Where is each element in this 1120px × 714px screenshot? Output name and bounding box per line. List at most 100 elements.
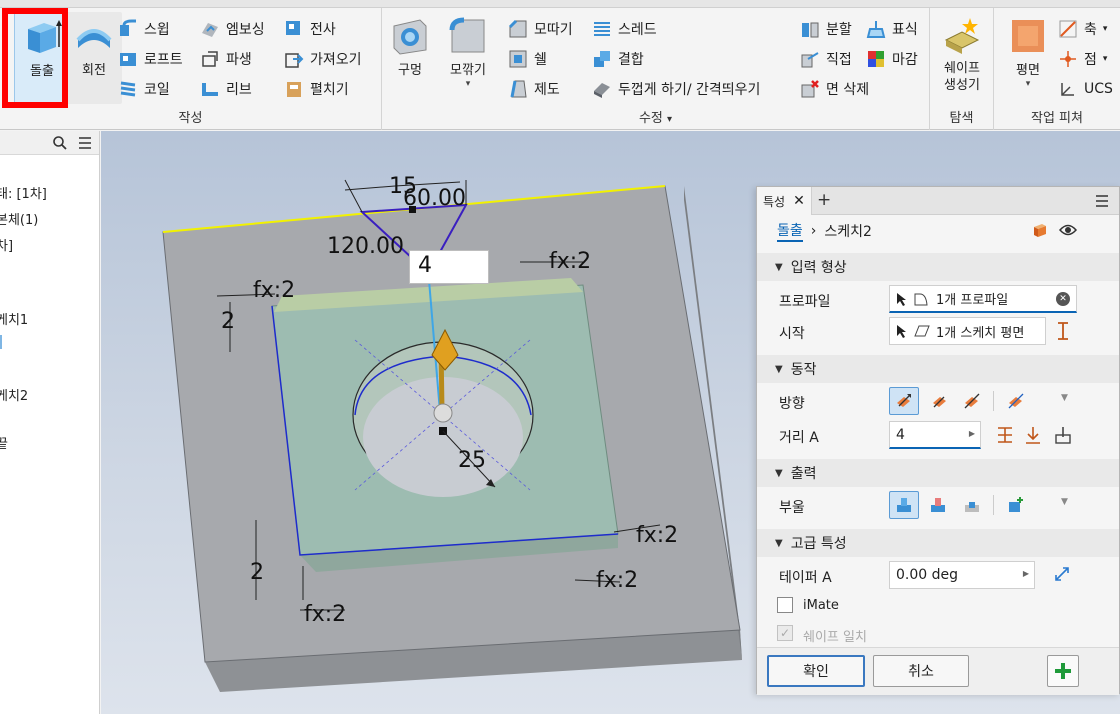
distance-input-overlay[interactable]: 4	[409, 250, 489, 284]
dim-hole-diameter[interactable]: 25	[458, 448, 486, 473]
mark-button[interactable]: 표식	[866, 16, 918, 42]
shape-generator-button[interactable]: 쉐이프 생성기	[934, 12, 990, 104]
direction-more-icon[interactable]: ▼	[1061, 393, 1068, 403]
new-solid-toggle[interactable]	[1001, 491, 1031, 519]
plane-dropdown-icon[interactable]: ▾	[1000, 79, 1056, 89]
section-input-geometry[interactable]: ▼ 입력 형상	[757, 253, 1119, 281]
loft-button[interactable]: 로프트	[118, 46, 183, 72]
thicken-button[interactable]: 두껍게 하기/ 간격띄우기	[592, 76, 760, 102]
divider	[993, 495, 994, 515]
browser-item[interactable]: 본체(1)	[0, 209, 38, 228]
apply-add-button[interactable]	[1047, 655, 1079, 687]
direction-symmetric-toggle[interactable]	[957, 387, 987, 415]
dim-left-bottom[interactable]: 2	[250, 560, 264, 585]
profile-selector[interactable]: 1개 프로파일 ✕	[889, 285, 1077, 313]
browser-item[interactable]: 케치1	[0, 309, 28, 328]
visibility-eye-icon[interactable]	[1059, 223, 1077, 237]
browser-item[interactable]: 태: [1차]	[0, 183, 47, 202]
browser-item[interactable]: 케치2	[0, 385, 28, 404]
chamfer-button[interactable]: 모따기	[508, 16, 573, 42]
distance-between-icon[interactable]	[1023, 425, 1043, 445]
modify-group-label[interactable]: 수정 ▾	[382, 107, 929, 126]
add-tab-icon[interactable]: +	[817, 190, 831, 210]
point-button[interactable]: 점 ▾	[1058, 46, 1107, 72]
distance-to-icon[interactable]	[995, 425, 1015, 445]
direction-default-toggle[interactable]	[889, 387, 919, 415]
explore-group: 쉐이프 생성기 탐색	[930, 8, 994, 130]
draft-button[interactable]: 제도	[508, 76, 560, 102]
search-icon[interactable]	[52, 135, 68, 151]
coil-button[interactable]: 코일	[118, 76, 170, 102]
revolve-button[interactable]: 회전	[66, 12, 122, 104]
menu-icon[interactable]	[1095, 194, 1109, 208]
sweep-button[interactable]: 스윕	[118, 16, 170, 42]
section-behavior[interactable]: ▼ 동작	[757, 355, 1119, 383]
section-advanced[interactable]: ▼ 고급 특성	[757, 529, 1119, 557]
work-features-group: 평면 ▾ 축 ▾ 점 ▾ UCS 작업 피쳐	[994, 8, 1120, 130]
extrude-icon	[28, 20, 62, 53]
through-all-icon[interactable]	[1053, 425, 1073, 445]
expand-arrow-icon[interactable]: ▶	[1023, 569, 1029, 578]
derive-button[interactable]: 파생	[200, 46, 252, 72]
fillet-button[interactable]: 모깎기 ▾	[440, 12, 496, 104]
menu-icon[interactable]	[78, 136, 92, 150]
match-shape-label: 쉐이프 일치	[803, 630, 867, 645]
axis-button[interactable]: 축 ▾	[1058, 16, 1107, 42]
dim-fx-top-left[interactable]: fx:2	[253, 278, 295, 303]
fillet-dropdown-icon[interactable]: ▾	[440, 79, 496, 89]
breadcrumb-feature[interactable]: 돌출	[777, 220, 803, 242]
breadcrumb-sketch[interactable]: 스케치2	[824, 221, 872, 241]
boolean-label: 부울	[779, 500, 805, 516]
clear-selection-icon[interactable]: ✕	[1056, 292, 1070, 306]
taper-label: 테이퍼 A	[779, 570, 832, 586]
browser-item[interactable]: 차]	[0, 235, 13, 254]
thread-button[interactable]: 스레드	[592, 16, 657, 42]
distance-input[interactable]: 4 ▶	[889, 421, 981, 449]
dim-angle-120[interactable]: 120.00	[327, 234, 404, 259]
dim-fx-right-2[interactable]: fx:2	[596, 568, 638, 593]
combine-button[interactable]: 결합	[592, 46, 644, 72]
dim-fx-top-right[interactable]: fx:2	[549, 249, 591, 274]
extrude-button[interactable]: 돌출	[14, 12, 70, 104]
close-icon[interactable]: ✕	[793, 193, 805, 209]
properties-panel: 특성 ✕ + 돌출 › 스케치2 ▼ 입력 형상 프로파일 1개 프로파일 ✕ …	[756, 186, 1120, 695]
taper-input[interactable]: 0.00 deg ▶	[889, 561, 1035, 589]
direction-flip-toggle[interactable]	[925, 387, 955, 415]
split-button[interactable]: 분할	[800, 16, 852, 42]
sweep-icon	[120, 19, 136, 36]
unfold-button[interactable]: 펼치기	[284, 76, 349, 102]
direction-asymmetric-toggle[interactable]	[1001, 387, 1031, 415]
emboss-button[interactable]: 엠보싱	[200, 16, 265, 42]
section-output[interactable]: ▼ 출력	[757, 459, 1119, 487]
dim-angle-60[interactable]: 60.00	[403, 186, 466, 211]
finish-button[interactable]: 마감	[866, 46, 918, 72]
boolean-join-toggle[interactable]	[889, 491, 919, 519]
imate-checkbox[interactable]	[777, 597, 793, 613]
feature-icon[interactable]	[1031, 221, 1049, 239]
ok-button[interactable]: 확인	[767, 655, 865, 687]
shell-button[interactable]: 쉘	[508, 46, 547, 72]
boolean-intersect-toggle[interactable]	[957, 491, 987, 519]
delete-face-button[interactable]: 면 삭제	[800, 76, 869, 102]
dim-fx-bottom-left[interactable]: fx:2	[304, 602, 346, 627]
import-button[interactable]: 가져오기	[284, 46, 362, 72]
browser-item[interactable]: 끝	[0, 433, 8, 452]
start-selector[interactable]: 1개 스케치 평면	[889, 317, 1046, 345]
direct-button[interactable]: 직접	[800, 46, 852, 72]
taper-flip-icon[interactable]	[1053, 565, 1071, 583]
boolean-more-icon[interactable]: ▼	[1061, 497, 1068, 507]
dim-fx-right-1[interactable]: fx:2	[636, 523, 678, 548]
hole-button[interactable]: 구멍	[382, 12, 438, 104]
ucs-button[interactable]: UCS	[1058, 76, 1113, 102]
create-group: 돌출 회전 스윕 로프트 코일 엠보싱 파생 리브 전사 가져오기 펼치기 작성	[0, 8, 382, 130]
properties-tab[interactable]: 특성 ✕	[757, 187, 812, 215]
expand-arrow-icon[interactable]: ▶	[969, 429, 975, 438]
dim-left-top[interactable]: 2	[221, 309, 235, 334]
rib-button[interactable]: 리브	[200, 76, 252, 102]
boolean-cut-toggle[interactable]	[923, 491, 953, 519]
decal-button[interactable]: 전사	[284, 16, 336, 42]
plane-button[interactable]: 평면 ▾	[1000, 12, 1056, 104]
cancel-button[interactable]: 취소	[873, 655, 969, 687]
direction-flip-icon	[933, 396, 946, 408]
start-option-icon[interactable]	[1055, 321, 1071, 341]
